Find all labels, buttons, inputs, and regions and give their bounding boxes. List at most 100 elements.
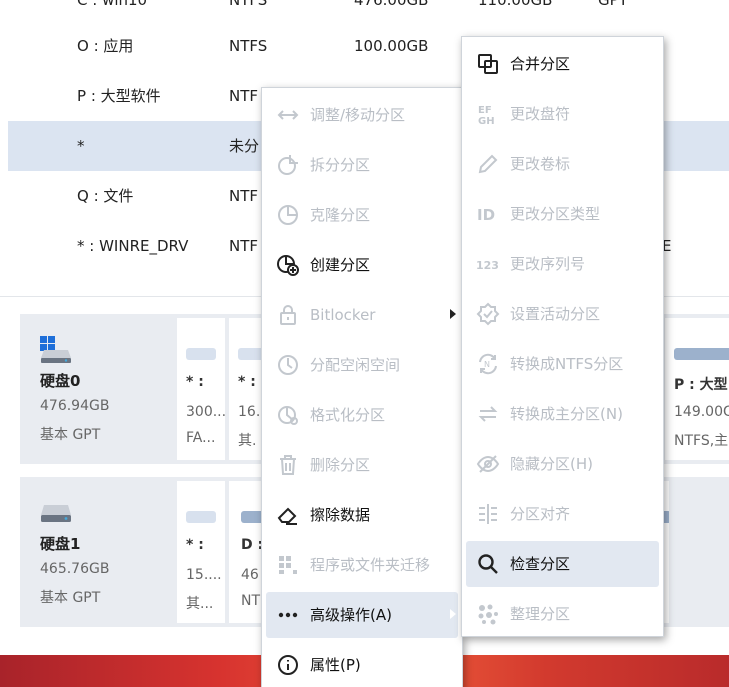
partition-size: 100.00GB — [354, 37, 429, 55]
menu-item-bitlocker[interactable]: Bitlocker — [266, 292, 458, 338]
partition-name: * — [77, 137, 85, 155]
menu-item-create[interactable]: 创建分区 — [266, 242, 458, 288]
partition-fs: NTF — [229, 187, 259, 205]
format-icon — [276, 403, 300, 427]
menu-item-label: 更改分区类型 — [510, 205, 601, 223]
menu-item-label: 创建分区 — [310, 256, 371, 274]
menu-item-allocate[interactable]: 分配空闲空间 — [266, 342, 458, 388]
menu-item-advanced[interactable]: 高级操作(A) — [266, 592, 458, 638]
info-icon — [276, 653, 300, 677]
defrag-icon — [476, 602, 500, 626]
disk-title: 硬盘1 — [40, 535, 81, 553]
split-icon — [276, 153, 300, 177]
svg-text:EF: EF — [478, 105, 492, 116]
menu-item-properties[interactable]: 属性(P) — [266, 642, 458, 687]
partition-card-fs: NTFS,主 — [674, 433, 729, 449]
partition-card-label: * : — [186, 374, 204, 390]
menu-item-format[interactable]: 格式化分区 — [266, 392, 458, 438]
partition-name: P : 大型软件 — [77, 87, 161, 105]
context-menu: 调整/移动分区 拆分分区 克隆分区 创建分区 Bitlocker 分配空闲空间 … — [261, 87, 463, 687]
partition-card[interactable]: * : 15.... 其... — [177, 481, 225, 623]
submenu-item-drive-letter[interactable]: EF GH 更改盘符 — [466, 91, 659, 137]
submenu-item-convert-primary[interactable]: 转换成主分区(N) — [466, 391, 659, 437]
disk-style: 基本 GPT — [40, 590, 101, 606]
disk-title: 硬盘0 — [40, 372, 81, 390]
menu-item-label: 格式化分区 — [310, 406, 386, 424]
disk-drive-icon — [40, 499, 72, 527]
submenu-item-align[interactable]: 分区对齐 — [466, 491, 659, 537]
disk-info[interactable]: 硬盘0 476.94GB 基本 GPT — [20, 314, 175, 464]
menu-item-label: 擦除数据 — [310, 506, 371, 524]
submenu-item-label-change[interactable]: 更改卷标 — [466, 141, 659, 187]
menu-item-clone[interactable]: 克隆分区 — [266, 192, 458, 238]
partition-card-label: P : 大型 — [674, 377, 728, 393]
search-icon — [476, 552, 500, 576]
partition-card-size: 149.00G — [674, 404, 729, 420]
lock-icon — [276, 303, 300, 327]
convert-icon — [476, 402, 500, 426]
usage-bar — [186, 348, 216, 360]
menu-item-wipe[interactable]: 擦除数据 — [266, 492, 458, 538]
partition-card-fs: NT — [241, 593, 261, 609]
disk-size: 476.94GB — [40, 398, 110, 414]
menu-item-label: 合并分区 — [510, 55, 571, 73]
submenu-item-merge[interactable]: 合并分区 — [466, 41, 659, 87]
more-icon — [276, 603, 300, 627]
submenu-item-defrag[interactable]: 整理分区 — [466, 591, 659, 637]
hide-icon — [476, 452, 500, 476]
disk-info[interactable]: 硬盘1 465.76GB 基本 GPT — [20, 477, 175, 627]
menu-item-delete[interactable]: 删除分区 — [266, 442, 458, 488]
menu-item-split[interactable]: 拆分分区 — [266, 142, 458, 188]
menu-item-label: 更改序列号 — [510, 255, 586, 273]
merge-icon — [476, 52, 500, 76]
menu-item-label: 设置活动分区 — [510, 305, 601, 323]
menu-item-label: 更改卷标 — [510, 155, 571, 173]
ntfs-icon: N — [476, 352, 500, 376]
svg-text:GH: GH — [478, 116, 495, 126]
menu-item-label: 整理分区 — [510, 605, 571, 623]
partition-card-size: 16. — [238, 404, 261, 420]
menu-item-label: 隐藏分区(H) — [510, 455, 593, 473]
id-icon: ID — [476, 202, 500, 226]
submenu-item-hide[interactable]: 隐藏分区(H) — [466, 441, 659, 487]
menu-item-migrate[interactable]: 程序或文件夹迁移 — [266, 542, 458, 588]
clone-icon — [276, 203, 300, 227]
menu-item-label: 拆分分区 — [310, 156, 371, 174]
eraser-icon — [276, 503, 300, 527]
submenu-item-check[interactable]: 检查分区 — [466, 541, 659, 587]
menu-item-label: 分配空闲空间 — [310, 356, 401, 374]
submenu-item-serial[interactable]: 123 更改序列号 — [466, 241, 659, 287]
menu-item-label: 转换成主分区(N) — [510, 405, 623, 423]
partition-card-label: D : — [241, 537, 264, 553]
menu-item-label: 更改盘符 — [510, 105, 571, 123]
advanced-submenu: 合并分区 EF GH 更改盘符 更改卷标 ID 更改分区类型 123 更改序列号 … — [461, 36, 664, 637]
partition-card-size: 46 — [241, 567, 259, 583]
partition-card[interactable]: P : 大型 149.00G NTFS,主 — [665, 318, 729, 460]
partition-fs: NTF — [229, 237, 259, 255]
submenu-arrow-icon — [450, 309, 456, 319]
partition-fs: NTFS — [229, 37, 268, 55]
align-icon — [476, 502, 500, 526]
menu-item-resize-move[interactable]: 调整/移动分区 — [266, 92, 458, 138]
submenu-item-active[interactable]: 设置活动分区 — [466, 291, 659, 337]
menu-item-label: 调整/移动分区 — [310, 106, 406, 124]
partition-card-fs: 其. — [238, 433, 257, 449]
trash-icon — [276, 453, 300, 477]
serial-icon: 123 — [476, 252, 500, 276]
svg-text:ID: ID — [477, 206, 495, 224]
active-icon — [476, 302, 500, 326]
svg-text:123: 123 — [476, 259, 499, 272]
partition-card-fs: FA... — [186, 430, 216, 446]
windows-disk-icon — [40, 336, 72, 364]
partition-card[interactable]: * : 300... FA... — [177, 318, 225, 460]
partition-card-size: 300... — [186, 404, 225, 420]
submenu-item-ntfs[interactable]: N 转换成NTFS分区 — [466, 341, 659, 387]
disk-size: 465.76GB — [40, 561, 110, 577]
partition-card-size: 15.... — [186, 567, 222, 583]
menu-item-label: 转换成NTFS分区 — [510, 355, 624, 373]
menu-item-label: Bitlocker — [310, 306, 376, 324]
submenu-item-type[interactable]: ID 更改分区类型 — [466, 191, 659, 237]
app-window: { "partitions":[ {"name":"C : win10","fs… — [0, 0, 729, 687]
menu-item-label: 程序或文件夹迁移 — [310, 556, 431, 574]
usage-bar — [674, 348, 729, 360]
